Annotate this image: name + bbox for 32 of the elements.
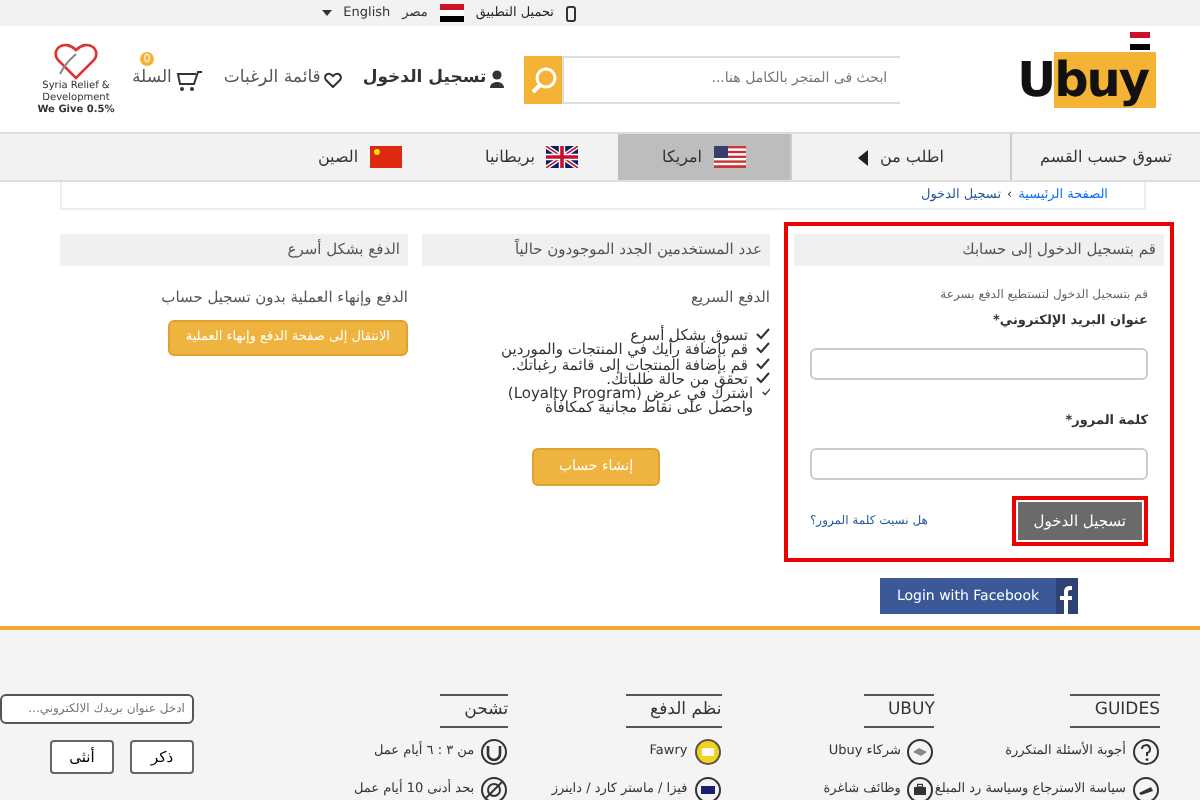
flag-icon xyxy=(370,146,403,168)
user-icon xyxy=(490,70,505,88)
flag-icon xyxy=(714,146,747,168)
help-icon xyxy=(1132,737,1160,766)
search-icon xyxy=(529,65,558,93)
caret-icon[interactable] xyxy=(321,9,332,17)
flag-icon xyxy=(1130,31,1150,49)
phone-icon[interactable] xyxy=(566,5,576,21)
email-field[interactable] xyxy=(810,347,1148,380)
cart-link[interactable]: السلة xyxy=(132,66,204,92)
cart-icon xyxy=(175,67,204,91)
footer-heading: GUIDES xyxy=(1070,694,1160,728)
nav-tab[interactable]: الصين xyxy=(274,134,446,180)
wishlist-link[interactable]: قائمة الرغبات xyxy=(223,66,343,92)
nav-tab[interactable]: بريطانيا xyxy=(446,134,618,180)
briefcase-icon xyxy=(906,775,935,800)
password-field[interactable] xyxy=(810,447,1148,479)
footer-heading: تشحن xyxy=(440,694,509,728)
footer-heading: UBUY xyxy=(863,694,935,728)
search-button[interactable] xyxy=(524,55,563,103)
category-menu[interactable]: تسوق حسب القسم xyxy=(1010,134,1200,180)
caret-icon xyxy=(858,149,868,165)
heart-icon xyxy=(324,71,343,87)
heart-hands-icon xyxy=(52,38,100,83)
card-icon xyxy=(693,775,722,800)
nav-tab[interactable]: امريكا xyxy=(618,134,790,180)
account-link[interactable]: تسجيل الدخول xyxy=(362,66,505,92)
facebook-icon xyxy=(1060,585,1073,614)
footer-heading: نظم الدفع xyxy=(626,694,722,728)
flag-icon xyxy=(439,4,464,22)
payment-logo-icon xyxy=(693,737,722,766)
flag-icon xyxy=(546,146,579,168)
